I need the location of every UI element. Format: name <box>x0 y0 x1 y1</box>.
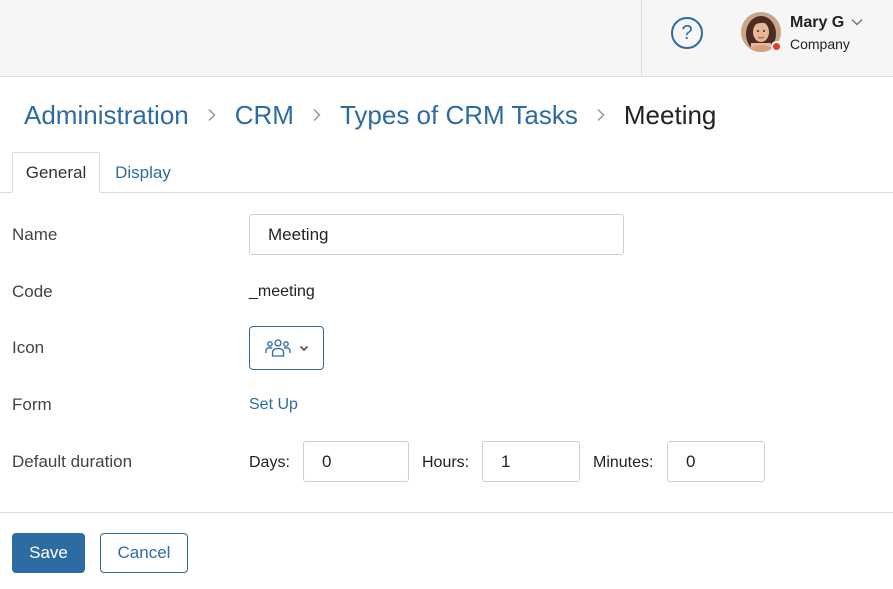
code-value: _meeting <box>249 283 315 300</box>
default-duration-label: Default duration <box>12 452 133 471</box>
avatar[interactable] <box>741 12 782 52</box>
breadcrumb-administration[interactable]: Administration <box>24 100 189 131</box>
chevron-right-icon <box>313 108 321 122</box>
online-status-dot <box>771 41 782 52</box>
breadcrumb-types-of-crm-tasks[interactable]: Types of CRM Tasks <box>340 100 578 131</box>
chevron-right-icon <box>208 108 216 122</box>
help-icon: ? <box>681 21 693 44</box>
icon-label: Icon <box>12 338 45 357</box>
cancel-button[interactable]: Cancel <box>100 533 188 573</box>
chevron-down-icon[interactable] <box>850 15 864 29</box>
name-input[interactable] <box>249 214 624 255</box>
help-button[interactable]: ? <box>671 17 703 49</box>
tab-bar: General Display <box>0 152 893 193</box>
set-up-link[interactable]: Set Up <box>249 396 298 414</box>
breadcrumb: Administration CRM Types of CRM Tasks Me… <box>24 98 716 132</box>
chevron-right-icon <box>597 108 605 122</box>
save-button[interactable]: Save <box>12 533 85 573</box>
minutes-input[interactable] <box>667 441 765 482</box>
tab-display[interactable]: Display <box>100 152 186 193</box>
form-label: Form <box>12 395 52 414</box>
footer-divider <box>0 512 893 513</box>
top-bar-divider <box>641 0 642 76</box>
people-group-icon <box>264 339 291 357</box>
name-label: Name <box>12 225 58 244</box>
tab-general[interactable]: General <box>12 152 100 193</box>
user-company: Company <box>790 36 850 52</box>
days-input[interactable] <box>303 441 409 482</box>
page-title: Meeting <box>623 99 717 130</box>
top-bar: ? Mary G Company <box>0 0 893 77</box>
hours-input[interactable] <box>482 441 580 482</box>
icon-picker[interactable] <box>249 326 324 370</box>
breadcrumb-crm[interactable]: CRM <box>235 100 294 131</box>
minutes-label: Minutes: <box>593 454 654 471</box>
user-name[interactable]: Mary G <box>790 14 844 32</box>
hours-label: Hours: <box>422 454 470 471</box>
chevron-down-icon <box>299 346 308 351</box>
code-label: Code <box>12 282 53 301</box>
days-label: Days: <box>249 454 290 471</box>
